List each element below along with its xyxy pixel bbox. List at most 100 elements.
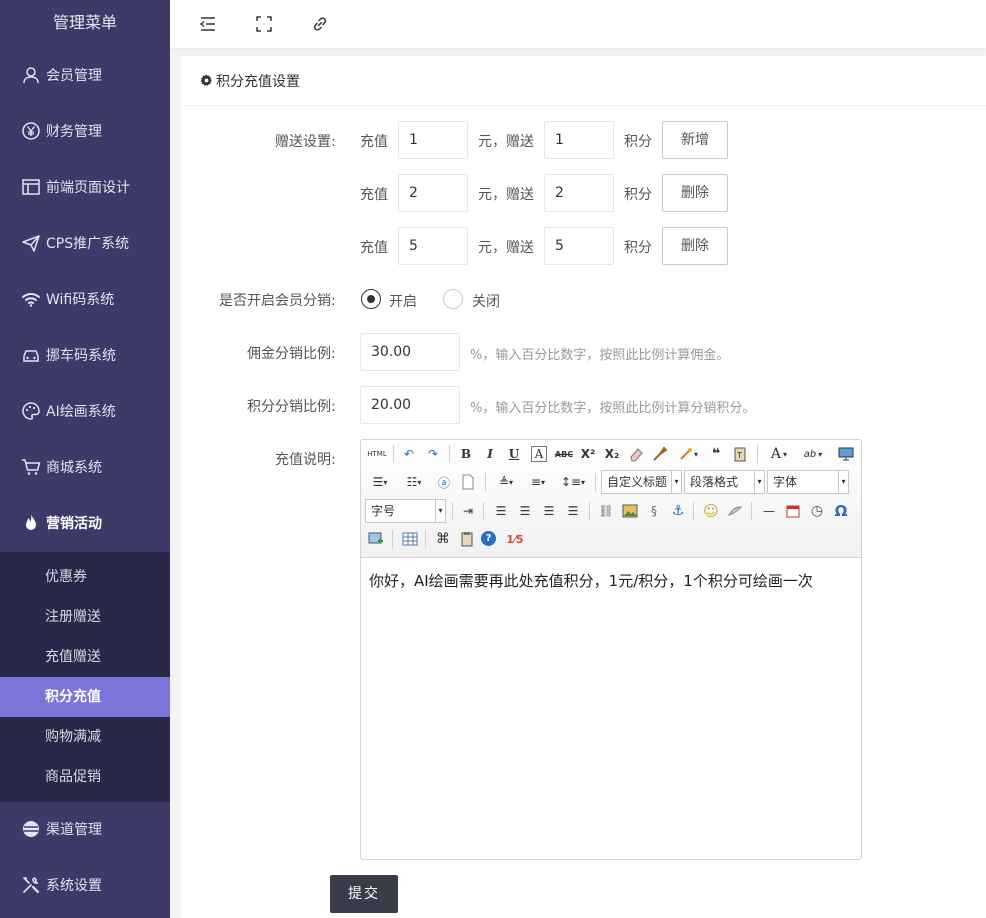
gift-input[interactable]: 5 [544, 227, 614, 265]
help-icon[interactable]: ? [481, 531, 496, 546]
points-ratio-hint: %，输入百分比数字，按照此比例计算分销积分。 [470, 401, 756, 416]
sidebar-item-ai[interactable]: AI绘画系统 [0, 383, 170, 439]
unordered-list-icon[interactable]: ☷ ▾ [400, 472, 428, 492]
align-left-icon[interactable]: ☰ [491, 501, 511, 521]
toolbar-separator [425, 530, 426, 548]
radio-on-label[interactable]: 开启 [389, 291, 417, 311]
select-all-icon[interactable]: ⓐ [434, 472, 454, 492]
clear-doc-icon[interactable] [458, 472, 478, 492]
align-justify-icon[interactable]: ☰ [563, 501, 583, 521]
recharge-input[interactable]: 5 [398, 227, 468, 265]
table-icon[interactable] [400, 529, 420, 549]
template-icon[interactable] [457, 529, 477, 549]
font-family-select[interactable]: 字体 ▾ [767, 470, 849, 494]
sidebar-item-mall[interactable]: 商城系统 [0, 439, 170, 495]
sidebar-item-page-design[interactable]: 前端页面设计 [0, 159, 170, 215]
blockquote-icon[interactable]: ❝ [706, 444, 726, 464]
italic-icon[interactable]: I [480, 444, 500, 464]
scrawl-icon[interactable] [725, 501, 745, 521]
font-size-select[interactable]: 字号 ▾ [365, 499, 446, 523]
sidebar-item-finance[interactable]: 财务管理 [0, 103, 170, 159]
sidebar-item-label: 商城系统 [46, 460, 102, 476]
align-center-icon[interactable]: ☰ [515, 501, 535, 521]
sidebar-item-channel[interactable]: 渠道管理 [0, 801, 170, 857]
sidebar-item-cps[interactable]: CPS推广系统 [0, 215, 170, 271]
horizontal-rule-icon[interactable]: — [759, 501, 779, 521]
delete-button[interactable]: 删除 [662, 174, 728, 212]
sidebar-item-car[interactable]: 挪车码系统 [0, 327, 170, 383]
delete-button[interactable]: 删除 [662, 227, 728, 265]
sidebar-item-wifi[interactable]: Wifi码系统 [0, 271, 170, 327]
commission-label: 佣金分销比例: [247, 346, 336, 362]
custom-title-select[interactable]: 自定义标题 ▾ [601, 470, 682, 494]
points-ratio-label: 积分分销比例: [247, 399, 336, 415]
search-replace-icon[interactable]: ⌘ [433, 529, 453, 549]
unlink-icon[interactable]: § [644, 501, 664, 521]
submenu-item-register-gift[interactable]: 注册赠送 [0, 597, 170, 637]
align-right-icon[interactable]: ☰ [539, 501, 559, 521]
submenu-item-promotion[interactable]: 商品促销 [0, 757, 170, 797]
toolbar-separator [392, 530, 393, 548]
radio-on[interactable] [361, 289, 381, 309]
custom-title-select-label: 自定义标题 [607, 475, 668, 489]
subscript-icon[interactable]: X₂ [602, 444, 622, 464]
image-icon[interactable] [620, 501, 640, 521]
gift-input[interactable]: 2 [544, 174, 614, 212]
html-source-icon[interactable]: HTML [366, 444, 388, 464]
underline-icon[interactable]: U [504, 444, 524, 464]
row-spacing-bottom-icon[interactable]: ≡ ▾ [524, 472, 552, 492]
recharge-text: 充值 [360, 187, 388, 203]
submit-button[interactable]: 提交 [330, 875, 398, 913]
ordered-list-icon[interactable]: ☰ ▾ [366, 472, 394, 492]
date-icon[interactable] [783, 501, 803, 521]
radio-off-label[interactable]: 关闭 [472, 291, 500, 311]
insert-frame-icon[interactable] [366, 529, 386, 549]
sidebar-item-marketing[interactable]: 营销活动 [0, 495, 170, 551]
background-color-icon[interactable]: ab ▾ [798, 444, 828, 464]
redo-icon[interactable]: ↷ [423, 444, 443, 464]
sidebar-item-label: 前端页面设计 [46, 180, 130, 196]
spechars-icon[interactable]: 1⁄5 [505, 529, 525, 549]
anchor-icon[interactable]: ⚓ [668, 501, 688, 521]
format-brush-icon[interactable] [650, 444, 670, 464]
editor-content[interactable]: 你好，AI绘画需要再此处充值积分，1元/积分，1个积分可绘画一次 [369, 570, 813, 591]
chevron-down-icon: ▾ [754, 471, 764, 493]
link-icon[interactable] [310, 14, 330, 34]
distribution-label: 是否开启会员分销: [219, 293, 336, 309]
fullscreen-icon[interactable] [254, 14, 274, 34]
menu-collapse-icon[interactable] [198, 14, 218, 34]
special-chars-icon[interactable]: Ω [831, 501, 851, 521]
emoticon-icon[interactable]: ☺ [701, 501, 721, 521]
auto-format-icon[interactable]: ▾ [674, 444, 702, 464]
submenu-item-points-recharge[interactable]: 积分充值 [0, 677, 170, 717]
sidebar-item-settings[interactable]: 系统设置 [0, 857, 170, 913]
preview-icon[interactable] [836, 444, 856, 464]
recharge-input[interactable]: 2 [398, 174, 468, 212]
line-height-icon[interactable]: ↕≡ ▾ [558, 472, 588, 492]
add-button[interactable]: 新增 [662, 121, 728, 159]
submenu-item-recharge-gift[interactable]: 充值赠送 [0, 637, 170, 677]
radio-off[interactable] [443, 289, 463, 309]
row-spacing-top-icon[interactable]: ≜ ▾ [492, 472, 520, 492]
indent-icon[interactable]: ⇥ [458, 501, 478, 521]
submenu-item-full-reduction[interactable]: 购物满减 [0, 717, 170, 757]
strikethrough-icon[interactable]: ABC [554, 444, 574, 464]
time-icon[interactable]: ◷ [807, 501, 827, 521]
recharge-input[interactable]: 1 [398, 121, 468, 159]
recharge-text: 充值 [360, 240, 388, 256]
sidebar-item-member[interactable]: 会员管理 [0, 47, 170, 103]
undo-icon[interactable]: ↶ [399, 444, 419, 464]
commission-input[interactable]: 30.00 [360, 333, 460, 371]
font-border-icon[interactable]: A [531, 446, 547, 462]
superscript-icon[interactable]: X² [578, 444, 598, 464]
font-color-icon[interactable]: A ▾ [764, 444, 794, 464]
toolbar-separator [483, 502, 484, 520]
submenu-item-coupon[interactable]: 优惠券 [0, 557, 170, 597]
paragraph-select[interactable]: 段落格式 ▾ [684, 470, 765, 494]
hyperlink-icon[interactable]: ⛓ [596, 501, 616, 521]
bold-icon[interactable]: B [456, 444, 476, 464]
paste-text-icon[interactable]: T [730, 444, 750, 464]
gift-input[interactable]: 1 [544, 121, 614, 159]
eraser-icon[interactable] [626, 444, 646, 464]
points-ratio-input[interactable]: 20.00 [360, 386, 460, 424]
